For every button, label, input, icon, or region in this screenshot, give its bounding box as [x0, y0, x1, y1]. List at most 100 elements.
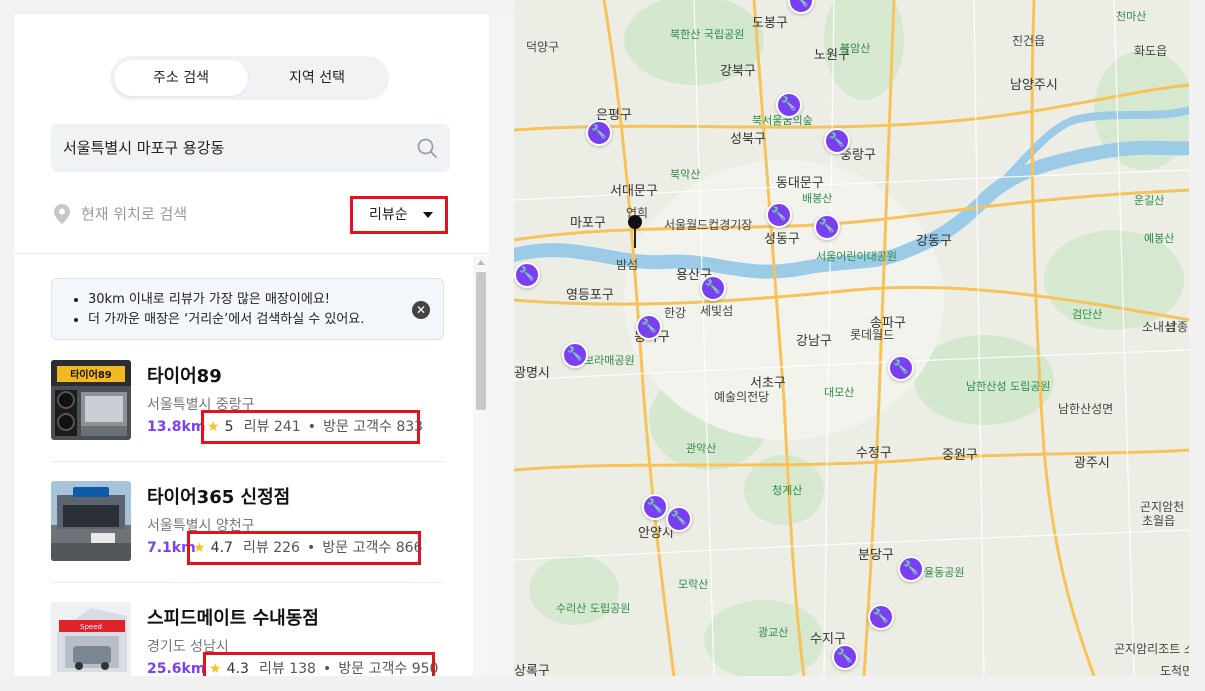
map-label: 영등포구 — [566, 288, 614, 303]
map-label: 중원구 — [942, 448, 978, 463]
map-label: 청계산 — [772, 484, 803, 497]
star-icon: ★ — [209, 661, 222, 676]
shop-list-item[interactable]: 타이어365 신정점 서울특별시 양천구 7.1km ★ 4.7 리뷰 226 … — [51, 481, 444, 591]
map-label: 화도읍 — [1134, 44, 1168, 58]
shop-list-item[interactable]: 타이어89 타이어89 서울특별시 중랑구 13.8km ★ 5 리뷰 241 … — [51, 360, 444, 470]
visitor-count: 방문 고객수 833 — [323, 419, 424, 435]
rating-value: 4.3 — [226, 661, 249, 676]
wrench-marker-icon[interactable]: 🔧 — [636, 314, 662, 340]
map-label: 천마산 — [1116, 10, 1147, 23]
search-input[interactable]: 서울특별시 마포구 용강동 — [51, 124, 450, 172]
map-label: 광명시 — [514, 366, 550, 381]
notice-line: 30km 이내로 리뷰가 가장 많은 매장이에요! — [88, 290, 364, 310]
shop-thumbnail: 타이어89 — [51, 360, 131, 440]
window-frame-bottom — [0, 676, 1205, 691]
map-label: 강남구 — [796, 334, 832, 349]
window-frame-left — [0, 0, 14, 691]
wrench-marker-icon[interactable]: 🔧 — [766, 202, 792, 228]
map-label: 서울월드컵경기장 — [664, 218, 753, 232]
search-mode-toggle: 주소 검색 지역 선택 — [110, 56, 389, 100]
rating-summary: ★ 4.3 리뷰 138 • 방문 고객수 950 — [203, 652, 439, 676]
wrench-marker-icon[interactable]: 🔧 — [832, 644, 858, 670]
map-label: 광주시 — [1074, 456, 1110, 471]
map-label: 강북구 — [720, 64, 756, 79]
map-label: 운길산 — [1134, 194, 1165, 207]
map-label: 모락산 — [678, 578, 709, 591]
notice-box: 30km 이내로 리뷰가 가장 많은 매장이에요! 더 가까운 매장은 ‘거리순… — [51, 278, 444, 340]
map-label: 진건읍 — [1012, 34, 1046, 48]
close-icon[interactable]: ✕ — [412, 301, 430, 319]
shop-thumbnail: Speed — [51, 602, 131, 676]
map-label: 예봉산 — [1144, 232, 1175, 245]
wrench-marker-icon[interactable]: 🔧 — [888, 355, 914, 381]
map-label: 보라매공원 — [584, 354, 635, 367]
wrench-marker-icon[interactable]: 🔧 — [586, 120, 612, 146]
wrench-marker-icon[interactable]: 🔧 — [814, 214, 840, 240]
map-label: 서대문구 — [610, 184, 658, 199]
wrench-marker-icon[interactable]: 🔧 — [666, 506, 692, 532]
notice-line: 더 가까운 매장은 ‘거리순’에서 검색하실 수 있어요. — [88, 310, 364, 330]
search-icon[interactable] — [416, 137, 438, 159]
map-label: 롯데월드 — [850, 328, 895, 342]
shop-distance: 25.6km — [147, 661, 206, 676]
map-view[interactable]: 도봉구 덕양구 노원구 강북구 남양주시 은평구 성북구 중랑구 서대문구 동대… — [514, 0, 1190, 676]
map-label: 북한산 국립공원 — [670, 28, 745, 41]
visitor-count: 방문 고객수 950 — [338, 661, 439, 676]
review-count: 리뷰 226 — [243, 540, 300, 556]
star-icon: ★ — [193, 540, 206, 556]
scroll-up-arrow-icon[interactable] — [477, 260, 485, 265]
list-scrollbar[interactable] — [473, 256, 489, 676]
tab-address-search[interactable]: 주소 검색 — [114, 60, 248, 96]
rating-summary: ★ 4.7 리뷰 226 • 방문 고객수 866 — [187, 531, 422, 565]
list-separator — [51, 582, 444, 583]
scroll-thumb[interactable] — [476, 272, 486, 410]
map-label: 덕양구 — [526, 40, 560, 54]
review-count: 리뷰 138 — [259, 661, 316, 676]
shop-name[interactable]: 타이어365 신정점 — [147, 483, 290, 509]
sort-label: 리뷰순 — [369, 207, 408, 223]
map-label: 상록구 — [514, 664, 550, 676]
shop-name[interactable]: 스피드메이트 수내동점 — [147, 604, 319, 630]
wrench-marker-icon[interactable]: 🔧 — [642, 494, 668, 520]
wrench-marker-icon[interactable]: 🔧 — [898, 556, 924, 582]
map-label: 한강 — [664, 306, 687, 320]
map-label: 곤지암천 — [1140, 500, 1185, 514]
map-label: 광교산 — [758, 626, 789, 639]
map-label: 곤지암리조트 스키장 — [1114, 642, 1190, 656]
shop-distance: 13.8km — [147, 419, 206, 435]
sort-dropdown[interactable]: 리뷰순 — [350, 196, 448, 234]
wrench-marker-icon[interactable]: 🔧 — [868, 604, 894, 630]
star-icon: ★ — [207, 419, 220, 435]
wrench-marker-icon[interactable]: 🔧 — [824, 128, 850, 154]
window-frame-right — [1189, 0, 1205, 691]
dot-separator: • — [323, 661, 332, 676]
sidebar: 주소 검색 지역 선택 서울특별시 마포구 용강동 현재 위치로 검색 리뷰순 … — [14, 14, 489, 676]
map-label: 예술의전당 — [714, 390, 770, 404]
shop-list-item[interactable]: Speed 스피드메이트 수내동점 경기도 성남시 25.6km ★ 4.3 리… — [51, 602, 444, 676]
shop-name[interactable]: 타이어89 — [147, 362, 222, 388]
map-label: 남한산성 도립공원 — [966, 380, 1051, 393]
map-label: 남종 — [1166, 320, 1189, 334]
location-pin-icon — [54, 204, 70, 224]
wrench-marker-icon[interactable]: 🔧 — [700, 275, 726, 301]
thumbnail-sign-text: 타이어89 — [70, 368, 112, 381]
map-label: 검단산 — [1072, 308, 1103, 321]
wrench-marker-icon[interactable]: 🔧 — [514, 262, 540, 288]
svg-text:Speed: Speed — [80, 623, 102, 631]
map-label: 관악산 — [686, 442, 717, 455]
rating-value: 4.7 — [210, 540, 233, 556]
map-label: 밤섬 — [616, 258, 639, 272]
search-input-value: 서울특별시 마포구 용강동 — [63, 139, 225, 157]
map-label: 불암산 — [840, 42, 871, 55]
map-label: 도척면 — [1160, 664, 1190, 676]
map-label: 수리산 도립공원 — [556, 602, 631, 615]
map-label: 수정구 — [856, 446, 892, 461]
divider — [14, 253, 489, 254]
tab-region-select[interactable]: 지역 선택 — [250, 60, 384, 96]
rating-value: 5 — [224, 419, 234, 435]
map-label: 강동구 — [916, 234, 952, 249]
map-label: 성북구 — [730, 132, 766, 147]
wrench-marker-icon[interactable]: 🔧 — [776, 92, 802, 118]
map-label: 남한산성면 — [1058, 402, 1114, 416]
wrench-marker-icon[interactable]: 🔧 — [562, 342, 588, 368]
